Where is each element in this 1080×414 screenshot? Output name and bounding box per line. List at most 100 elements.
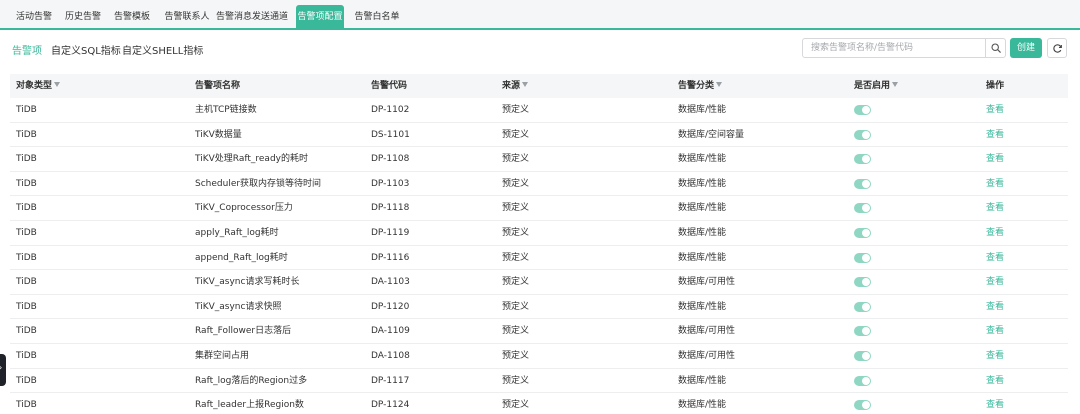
cell-source: 预定义 <box>502 105 530 115</box>
toggle-knob <box>862 401 870 410</box>
enabled-toggle[interactable] <box>854 252 871 263</box>
cell-source: 预定义 <box>502 350 530 361</box>
cell-alarm-name: Raft_leader上报Region数 <box>195 400 304 411</box>
enabled-toggle[interactable] <box>854 326 871 337</box>
view-link[interactable]: 查看 <box>986 369 1004 393</box>
table-row: TiDB TiKV_Coprocessor压力 DP-1118 预定义 数据库/性能 查看 <box>10 196 1068 221</box>
cell-object-type: TiDB <box>16 301 37 312</box>
search-input[interactable] <box>803 39 985 57</box>
view-link[interactable]: 查看 <box>986 147 1004 171</box>
filter-icon[interactable] <box>54 82 61 87</box>
tab-alarm-contacts[interactable]: 告警联系人 <box>159 5 215 29</box>
cell-category: 数据库/性能 <box>678 375 727 386</box>
table-row: TiDB 主机TCP链接数 DP-1102 预定义 数据库/性能 查看 <box>10 98 1068 123</box>
view-link[interactable]: 查看 <box>986 246 1004 270</box>
search-icon <box>991 43 1001 53</box>
toggle-knob <box>862 228 870 237</box>
enabled-toggle[interactable] <box>854 203 871 214</box>
enabled-toggle[interactable] <box>854 154 871 165</box>
filter-icon[interactable] <box>522 82 529 87</box>
toggle-knob <box>862 106 870 114</box>
view-link[interactable]: 查看 <box>986 344 1004 368</box>
alarm-items-table: 对象类型 告警项名称 告警代码 来源 告警分类 是否启用 操作 TiDB 主机TC… <box>10 74 1068 414</box>
refresh-button[interactable] <box>1047 38 1067 58</box>
cell-alarm-code: DA-1108 <box>371 350 410 361</box>
enabled-toggle[interactable] <box>854 178 871 189</box>
cell-alarm-name: apply_Raft_log耗时 <box>195 227 279 238</box>
view-link[interactable]: 查看 <box>986 221 1004 245</box>
cell-source: 预定义 <box>502 178 530 189</box>
cell-alarm-code: DP-1120 <box>371 301 410 312</box>
cell-alarm-name: Scheduler获取内存锁等待时间 <box>195 178 322 189</box>
table-row: TiDB 集群空间占用 DA-1108 预定义 数据库/可用性 查看 <box>10 344 1068 369</box>
cell-object-type: TiDB <box>16 154 37 165</box>
enabled-toggle[interactable] <box>854 375 871 386</box>
table-body: TiDB 主机TCP链接数 DP-1102 预定义 数据库/性能 查看 TiDB TiKV数据… <box>10 98 1068 414</box>
view-link[interactable]: 查看 <box>986 393 1004 414</box>
subtab-custom-sql[interactable]: 自定义SQL指标 <box>51 42 121 57</box>
enabled-toggle[interactable] <box>854 400 871 411</box>
subtab-alarm-items[interactable]: 告警项 <box>12 42 42 57</box>
cell-alarm-name: TiKV处理Raft_ready的耗时 <box>195 154 308 165</box>
filter-icon[interactable] <box>892 82 899 87</box>
table-row: TiDB Raft_log落后的Region过多 DP-1117 预定义 数据库/性能 查… <box>10 369 1068 394</box>
cell-object-type: TiDB <box>16 178 37 189</box>
cell-alarm-code: DP-1108 <box>371 154 410 165</box>
tab-history-alarms[interactable]: 历史告警 <box>60 5 106 29</box>
tab-alarm-item-config[interactable]: 告警项配置 <box>296 5 344 29</box>
cell-source: 预定义 <box>502 203 530 214</box>
cell-source: 预定义 <box>502 301 530 312</box>
view-link[interactable]: 查看 <box>986 270 1004 294</box>
toggle-knob <box>862 155 870 164</box>
view-link[interactable]: 查看 <box>986 98 1004 122</box>
cell-object-type: TiDB <box>16 375 37 386</box>
subtab-custom-shell[interactable]: 自定义SHELL指标 <box>122 42 203 57</box>
toggle-knob <box>862 302 870 311</box>
chevron-right-icon: › <box>0 363 2 372</box>
cell-alarm-code: DA-1103 <box>371 277 410 288</box>
enabled-toggle[interactable] <box>854 227 871 238</box>
tab-alarm-whitelist[interactable]: 告警白名单 <box>349 5 405 29</box>
enabled-toggle[interactable] <box>854 105 871 115</box>
table-row: TiDB apply_Raft_log耗时 DP-1119 预定义 数据库/性能 查看 <box>10 221 1068 246</box>
table-row: TiDB TiKV数据量 DS-1101 预定义 数据库/空间容量 查看 <box>10 123 1068 148</box>
view-link[interactable]: 查看 <box>986 172 1004 196</box>
search-button[interactable] <box>986 39 1006 57</box>
cell-alarm-name: 主机TCP链接数 <box>195 105 257 115</box>
cell-category: 数据库/性能 <box>678 203 727 214</box>
tab-active-alarms[interactable]: 活动告警 <box>10 5 58 29</box>
toggle-knob <box>862 179 870 188</box>
enabled-toggle[interactable] <box>854 301 871 312</box>
cell-category: 数据库/性能 <box>678 227 727 238</box>
cell-category: 数据库/性能 <box>678 301 727 312</box>
cell-category: 数据库/可用性 <box>678 277 736 288</box>
view-link[interactable]: 查看 <box>986 295 1004 319</box>
cell-alarm-code: DP-1103 <box>371 178 410 189</box>
cell-alarm-code: DP-1118 <box>371 203 410 214</box>
create-button[interactable]: 创建 <box>1010 38 1042 58</box>
enabled-toggle[interactable] <box>854 277 871 288</box>
side-panel-handle[interactable]: › <box>0 354 6 386</box>
tab-alarm-channels[interactable]: 告警消息发送通道 <box>216 5 288 29</box>
table-row: TiDB TiKV_async请求写耗时长 DA-1103 预定义 数据库/可用性 查看 <box>10 270 1068 295</box>
toggle-knob <box>862 376 870 385</box>
tab-alarm-templates[interactable]: 告警模板 <box>109 5 155 29</box>
column-header-label: 来源 <box>502 81 521 91</box>
toggle-knob <box>862 278 870 287</box>
enabled-toggle[interactable] <box>854 350 871 361</box>
enabled-toggle[interactable] <box>854 129 871 140</box>
cell-object-type: TiDB <box>16 400 37 411</box>
table-row: TiDB Raft_leader上报Region数 DP-1124 预定义 数据库/性能… <box>10 393 1068 414</box>
view-link[interactable]: 查看 <box>986 196 1004 220</box>
view-link[interactable]: 查看 <box>986 123 1004 147</box>
refresh-icon <box>1052 43 1062 53</box>
cell-category: 数据库/可用性 <box>678 326 736 337</box>
view-link[interactable]: 查看 <box>986 319 1004 343</box>
toggle-knob <box>862 327 870 336</box>
column-header-operations: 操作 <box>986 81 1005 91</box>
filter-icon[interactable] <box>716 82 723 87</box>
cell-category: 数据库/空间容量 <box>678 129 745 140</box>
toggle-knob <box>862 351 870 360</box>
cell-object-type: TiDB <box>16 277 37 288</box>
cell-source: 预定义 <box>502 154 530 165</box>
